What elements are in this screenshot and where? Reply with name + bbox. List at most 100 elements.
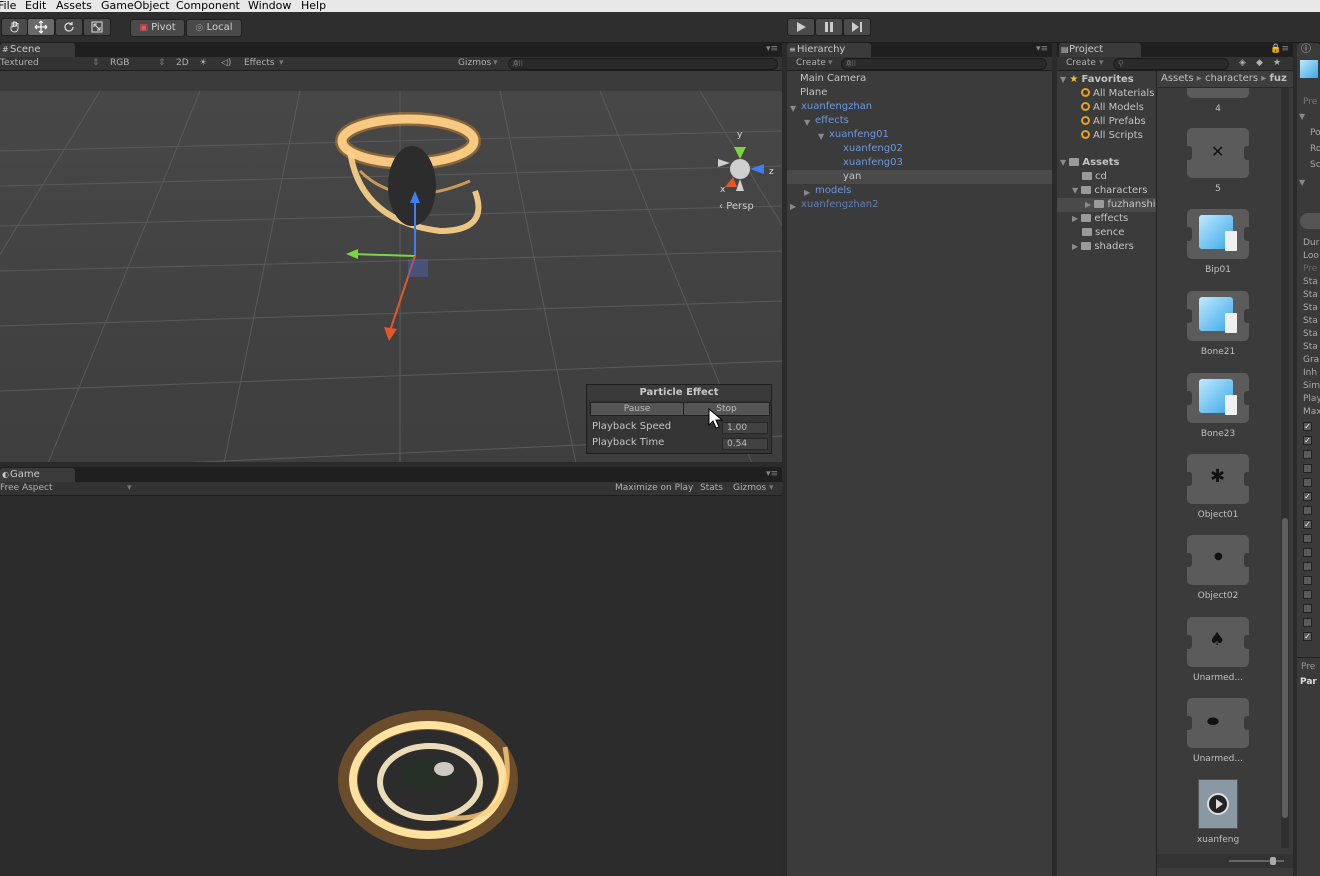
- module-checkbox[interactable]: [1303, 464, 1312, 473]
- maximize-on-play-toggle[interactable]: Maximize on Play: [615, 482, 693, 495]
- asset-item[interactable]: ✱ Object01: [1186, 454, 1250, 520]
- filter-label-icon[interactable]: ◆: [1256, 57, 1263, 70]
- hierarchy-create-dropdown[interactable]: Create: [796, 57, 826, 70]
- scene-panel-menu-icon[interactable]: ▾≡: [766, 44, 778, 54]
- hierarchy-item-main-camera[interactable]: Main Camera: [800, 72, 866, 86]
- pivot-toggle-button[interactable]: ▣ Pivot: [130, 19, 185, 37]
- folder-shaders[interactable]: ▶ shaders: [1072, 240, 1134, 254]
- collapse-arrow-icon[interactable]: ▶: [790, 202, 796, 211]
- menu-help[interactable]: Help: [301, 0, 326, 11]
- asset-item[interactable]: ✕ 5: [1186, 128, 1250, 194]
- render-mode-dropdown[interactable]: Textured: [0, 57, 39, 70]
- move-tool-button[interactable]: [27, 18, 55, 36]
- asset-scrollbar[interactable]: [1281, 88, 1289, 848]
- tab-hierarchy[interactable]: ≡ Hierarchy: [787, 43, 871, 57]
- expand-arrow-icon[interactable]: ▼: [818, 132, 824, 141]
- hand-tool-button[interactable]: [1, 18, 28, 36]
- play-button[interactable]: [787, 18, 815, 36]
- project-create-dropdown[interactable]: Create: [1066, 57, 1096, 70]
- favorites-header[interactable]: ▼ ★ Favorites: [1060, 73, 1134, 87]
- breadcrumb-assets[interactable]: Assets: [1161, 73, 1194, 84]
- asset-item[interactable]: Bone21: [1186, 291, 1250, 357]
- tab-scene[interactable]: # Scene: [0, 43, 75, 57]
- favorite-all-materials[interactable]: All Materials: [1081, 87, 1154, 101]
- hierarchy-item-xuanfengzhan[interactable]: xuanfengzhan: [801, 100, 872, 114]
- scrollbar-thumb[interactable]: [1282, 518, 1288, 818]
- expand-arrow-icon[interactable]: ▼: [1299, 112, 1305, 121]
- module-checkbox[interactable]: [1303, 506, 1312, 515]
- favorite-all-prefabs[interactable]: All Prefabs: [1081, 115, 1146, 129]
- hierarchy-item-models[interactable]: models: [815, 184, 851, 198]
- hierarchy-item-yan[interactable]: yan: [787, 170, 1052, 184]
- playback-speed-field[interactable]: 1.00: [722, 422, 768, 434]
- hierarchy-item-plane[interactable]: Plane: [800, 86, 827, 100]
- menu-assets[interactable]: Assets: [56, 0, 92, 11]
- module-checkbox[interactable]: [1303, 618, 1312, 627]
- module-checkbox[interactable]: [1303, 548, 1312, 557]
- game-gizmos-dropdown[interactable]: Gizmos: [733, 482, 766, 495]
- hierarchy-item-xuanfeng01[interactable]: xuanfeng01: [829, 128, 889, 142]
- asset-item[interactable]: ● Object02: [1186, 535, 1250, 601]
- asset-item[interactable]: ♠ Unarmed...: [1186, 617, 1250, 683]
- breadcrumb-current[interactable]: fuz: [1269, 73, 1286, 84]
- module-checkbox[interactable]: ✓: [1303, 632, 1312, 641]
- folder-fuzhanshi[interactable]: ▶ fuzhanshi: [1057, 198, 1157, 212]
- mode-2d-toggle[interactable]: 2D: [176, 57, 189, 70]
- hierarchy-item-xuanfeng03[interactable]: xuanfeng03: [843, 156, 903, 170]
- module-checkbox[interactable]: [1303, 590, 1312, 599]
- scene-search-input[interactable]: ⚲ All: [508, 58, 778, 70]
- scale-tool-button[interactable]: [83, 18, 111, 36]
- favorite-all-models[interactable]: All Models: [1081, 101, 1144, 115]
- module-checkbox[interactable]: ✓: [1303, 520, 1312, 529]
- rotate-tool-button[interactable]: [55, 18, 83, 36]
- module-checkbox[interactable]: [1303, 604, 1312, 613]
- folder-sence[interactable]: sence: [1082, 226, 1124, 240]
- module-checkbox[interactable]: [1303, 534, 1312, 543]
- color-mode-dropdown[interactable]: RGB: [110, 57, 129, 70]
- project-panel-menu-icon[interactable]: 🔒≡: [1270, 44, 1289, 54]
- module-checkbox[interactable]: ✓: [1303, 422, 1312, 431]
- tab-game[interactable]: ◐ Game: [0, 468, 75, 482]
- slider-handle[interactable]: [1270, 857, 1276, 865]
- menu-file[interactable]: File: [0, 0, 16, 11]
- expand-arrow-icon[interactable]: ▼: [1299, 178, 1305, 187]
- module-checkbox[interactable]: [1303, 478, 1312, 487]
- asset-item[interactable]: Bip01: [1186, 209, 1250, 275]
- effects-dropdown[interactable]: Effects: [244, 57, 275, 70]
- gizmos-dropdown[interactable]: Gizmos: [458, 57, 491, 70]
- assets-root-folder[interactable]: ▼ Assets: [1060, 156, 1120, 170]
- module-checkbox[interactable]: ✓: [1303, 436, 1312, 445]
- folder-effects[interactable]: ▶ effects: [1072, 212, 1128, 226]
- module-checkbox[interactable]: ✓: [1303, 492, 1312, 501]
- audio-toggle-icon[interactable]: ◁): [221, 57, 231, 70]
- hierarchy-item-effects[interactable]: effects: [815, 114, 849, 128]
- project-search-input[interactable]: ⚲: [1113, 58, 1229, 70]
- breadcrumb-characters[interactable]: characters: [1205, 73, 1258, 84]
- favorite-all-scripts[interactable]: All Scripts: [1081, 129, 1143, 143]
- collapse-arrow-icon[interactable]: ▶: [804, 188, 810, 197]
- playback-time-field[interactable]: 0.54: [722, 438, 768, 450]
- aspect-dropdown[interactable]: Free Aspect: [0, 482, 53, 495]
- folder-characters[interactable]: ▼ characters: [1072, 184, 1147, 198]
- menu-component[interactable]: Component: [176, 0, 240, 11]
- step-button[interactable]: [843, 18, 871, 36]
- folder-cd[interactable]: cd: [1082, 170, 1107, 184]
- hierarchy-panel-menu-icon[interactable]: ▾≡: [1036, 44, 1048, 54]
- hierarchy-item-xuanfeng02[interactable]: xuanfeng02: [843, 142, 903, 156]
- hierarchy-search-input[interactable]: ⚲ All: [841, 58, 1047, 70]
- stats-toggle[interactable]: Stats: [700, 482, 723, 495]
- local-toggle-button[interactable]: ◎ Local: [186, 19, 242, 37]
- menu-window[interactable]: Window: [248, 0, 291, 11]
- asset-item[interactable]: 4: [1186, 88, 1250, 120]
- open-editor-button[interactable]: [1300, 213, 1320, 229]
- expand-arrow-icon[interactable]: ▼: [804, 118, 810, 127]
- tab-project[interactable]: ▤ Project: [1059, 43, 1141, 57]
- module-checkbox[interactable]: [1303, 576, 1312, 585]
- game-panel-menu-icon[interactable]: ▾≡: [766, 469, 778, 479]
- pause-particle-button[interactable]: Pause: [590, 402, 684, 416]
- module-checkbox[interactable]: [1303, 562, 1312, 571]
- asset-item[interactable]: Bone23: [1186, 373, 1250, 439]
- favorite-star-icon[interactable]: ★: [1273, 57, 1281, 70]
- module-checkbox[interactable]: [1303, 450, 1312, 459]
- asset-item[interactable]: xuanfeng: [1186, 779, 1250, 845]
